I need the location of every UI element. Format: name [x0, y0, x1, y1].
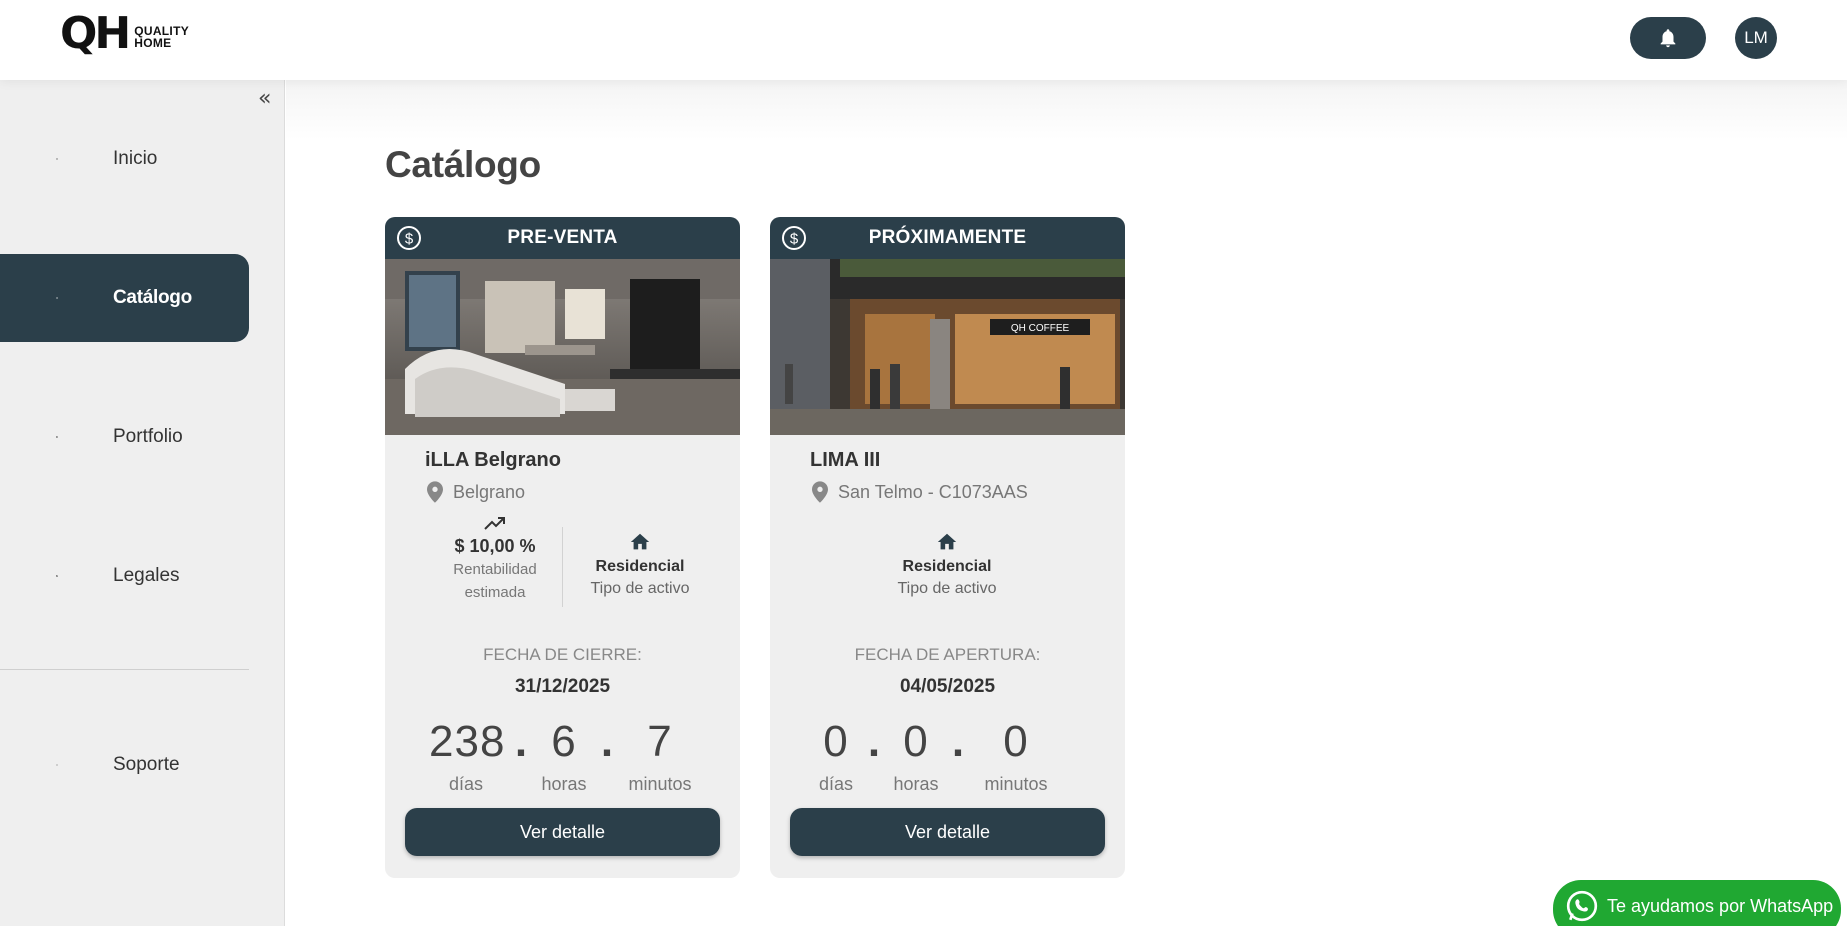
whatsapp-icon: [1566, 890, 1598, 922]
countdown-minutes: 0 minutos: [976, 714, 1056, 795]
view-detail-button[interactable]: Ver detalle: [405, 808, 720, 856]
countdown-days-value: 0: [823, 717, 849, 766]
asset-type-value: Residencial: [902, 558, 992, 575]
countdown-hours: 6 horas: [539, 714, 589, 795]
countdown-hours-unit: horas: [541, 774, 587, 794]
main-top-gradient: [286, 80, 1847, 140]
page-title: Catálogo: [385, 144, 541, 185]
asset-type-value: Residencial: [595, 558, 685, 575]
trending-up-icon: [484, 517, 505, 530]
card-status-header: $ PRÓXIMAMENTE: [770, 217, 1125, 259]
countdown-separator: .: [514, 717, 528, 766]
rentability-label-1: Rentabilidad: [453, 561, 537, 578]
countdown: 0 días . 0 horas . 0 minutos: [816, 714, 1056, 795]
top-bar: QH QUALITY HOME LM: [0, 0, 1847, 80]
asset-type-metric: Residencial Tipo de activo: [872, 531, 1022, 598]
countdown-days: 238 días: [429, 714, 506, 795]
countdown-days-unit: días: [818, 774, 854, 794]
pie-chart-icon: [0, 424, 58, 450]
countdown-days-value: 238: [429, 717, 506, 766]
countdown-hours-unit: horas: [893, 774, 939, 794]
support-icon: [0, 752, 58, 778]
countdown-minutes-value: 7: [647, 717, 673, 766]
property-image[interactable]: [385, 259, 740, 435]
sidebar-divider: [0, 669, 249, 670]
property-name: iLLA Belgrano: [425, 449, 561, 471]
countdown-separator: .: [867, 717, 881, 766]
metric-divider: [562, 527, 563, 607]
svg-text:$: $: [405, 231, 414, 248]
sidebar: « Inicio Catálogo Portfolio Legales Sopo…: [0, 80, 285, 926]
countdown-separator: .: [951, 717, 965, 766]
dollar-circle-icon: $: [396, 225, 422, 256]
collapse-sidebar-icon[interactable]: «: [258, 86, 271, 111]
sidebar-item-label: Soporte: [113, 754, 180, 775]
notifications-button[interactable]: [1630, 17, 1706, 59]
home-icon: [937, 533, 957, 550]
whatsapp-help-button[interactable]: Te ayudamos por WhatsApp: [1553, 880, 1841, 926]
location-pin-icon: [427, 481, 443, 503]
date-label: FECHA DE CIERRE:: [483, 645, 642, 664]
rentability-label-2: estimada: [464, 584, 526, 601]
bell-icon: [1660, 29, 1676, 48]
location-text: Belgrano: [453, 481, 526, 502]
sidebar-item-portfolio[interactable]: Portfolio: [0, 393, 249, 481]
property-card: $ PRÓXIMAMENTE QH COFFEE LIMA III San Te…: [770, 217, 1125, 878]
countdown-days: 0 días: [816, 714, 856, 795]
sidebar-item-legales[interactable]: Legales: [0, 532, 249, 620]
whatsapp-label: Te ayudamos por WhatsApp: [1607, 895, 1834, 916]
location-text: San Telmo - C1073AAS: [838, 481, 1028, 502]
countdown-hours-value: 6: [551, 717, 577, 766]
logo-text-line2: HOME: [134, 36, 172, 50]
logo-mark: QH: [60, 8, 131, 59]
countdown-minutes-unit: minutos: [628, 774, 692, 794]
card-status-header: $ PRE-VENTA: [385, 217, 740, 259]
countdown-minutes: 7 minutos: [625, 714, 695, 795]
dollar-circle-icon: $: [781, 225, 807, 256]
logo[interactable]: QH QUALITY HOME: [60, 8, 189, 59]
home-icon: [630, 533, 650, 550]
rentability-value: $ 10,00 %: [454, 536, 536, 556]
sidebar-item-label: Legales: [113, 565, 180, 586]
countdown-separator: .: [600, 717, 614, 766]
sidebar-item-soporte[interactable]: Soporte: [0, 721, 249, 809]
countdown: 238 días . 6 horas . 7 minutos: [429, 714, 695, 795]
asset-type-metric: Residencial Tipo de activo: [565, 531, 715, 598]
grid-icon: [0, 285, 58, 311]
svg-text:$: $: [790, 231, 799, 248]
view-detail-button[interactable]: Ver detalle: [790, 808, 1105, 856]
countdown-hours-value: 0: [903, 717, 929, 766]
sidebar-item-label: Catálogo: [113, 287, 192, 308]
asset-type-label: Tipo de activo: [897, 580, 997, 597]
sidebar-item-label: Portfolio: [113, 426, 183, 447]
countdown-days-unit: días: [448, 774, 484, 794]
property-location: San Telmo - C1073AAS: [812, 481, 1028, 503]
countdown-hours: 0 horas: [892, 714, 940, 795]
document-icon: [0, 563, 58, 589]
location-pin-icon: [812, 481, 828, 503]
countdown-minutes-value: 0: [1003, 717, 1029, 766]
card-status: PRÓXIMAMENTE: [868, 227, 1027, 248]
property-image[interactable]: QH COFFEE: [770, 259, 1125, 435]
asset-type-label: Tipo de activo: [590, 580, 690, 597]
avatar[interactable]: LM: [1735, 17, 1777, 59]
property-location: Belgrano: [427, 481, 525, 503]
sidebar-item-catalogo[interactable]: Catálogo: [0, 254, 249, 342]
sidebar-item-label: Inicio: [113, 148, 158, 169]
date-value: 04/05/2025: [899, 676, 996, 697]
date-label: FECHA DE APERTURA:: [854, 645, 1041, 664]
card-status: PRE-VENTA: [507, 227, 618, 248]
property-card: $ PRE-VENTA iLLA Belgrano Belgrano $ 10,…: [385, 217, 740, 878]
logo-text: QUALITY HOME: [134, 25, 189, 49]
home-icon: [0, 146, 58, 172]
image-sign-text: QH COFFEE: [1011, 323, 1070, 334]
rentability-metric: $ 10,00 % Rentabilidad estimada: [435, 515, 555, 605]
property-name: LIMA III: [810, 449, 881, 471]
date-value: 31/12/2025: [514, 676, 611, 697]
sidebar-item-inicio[interactable]: Inicio: [0, 115, 249, 203]
countdown-minutes-unit: minutos: [984, 774, 1048, 794]
